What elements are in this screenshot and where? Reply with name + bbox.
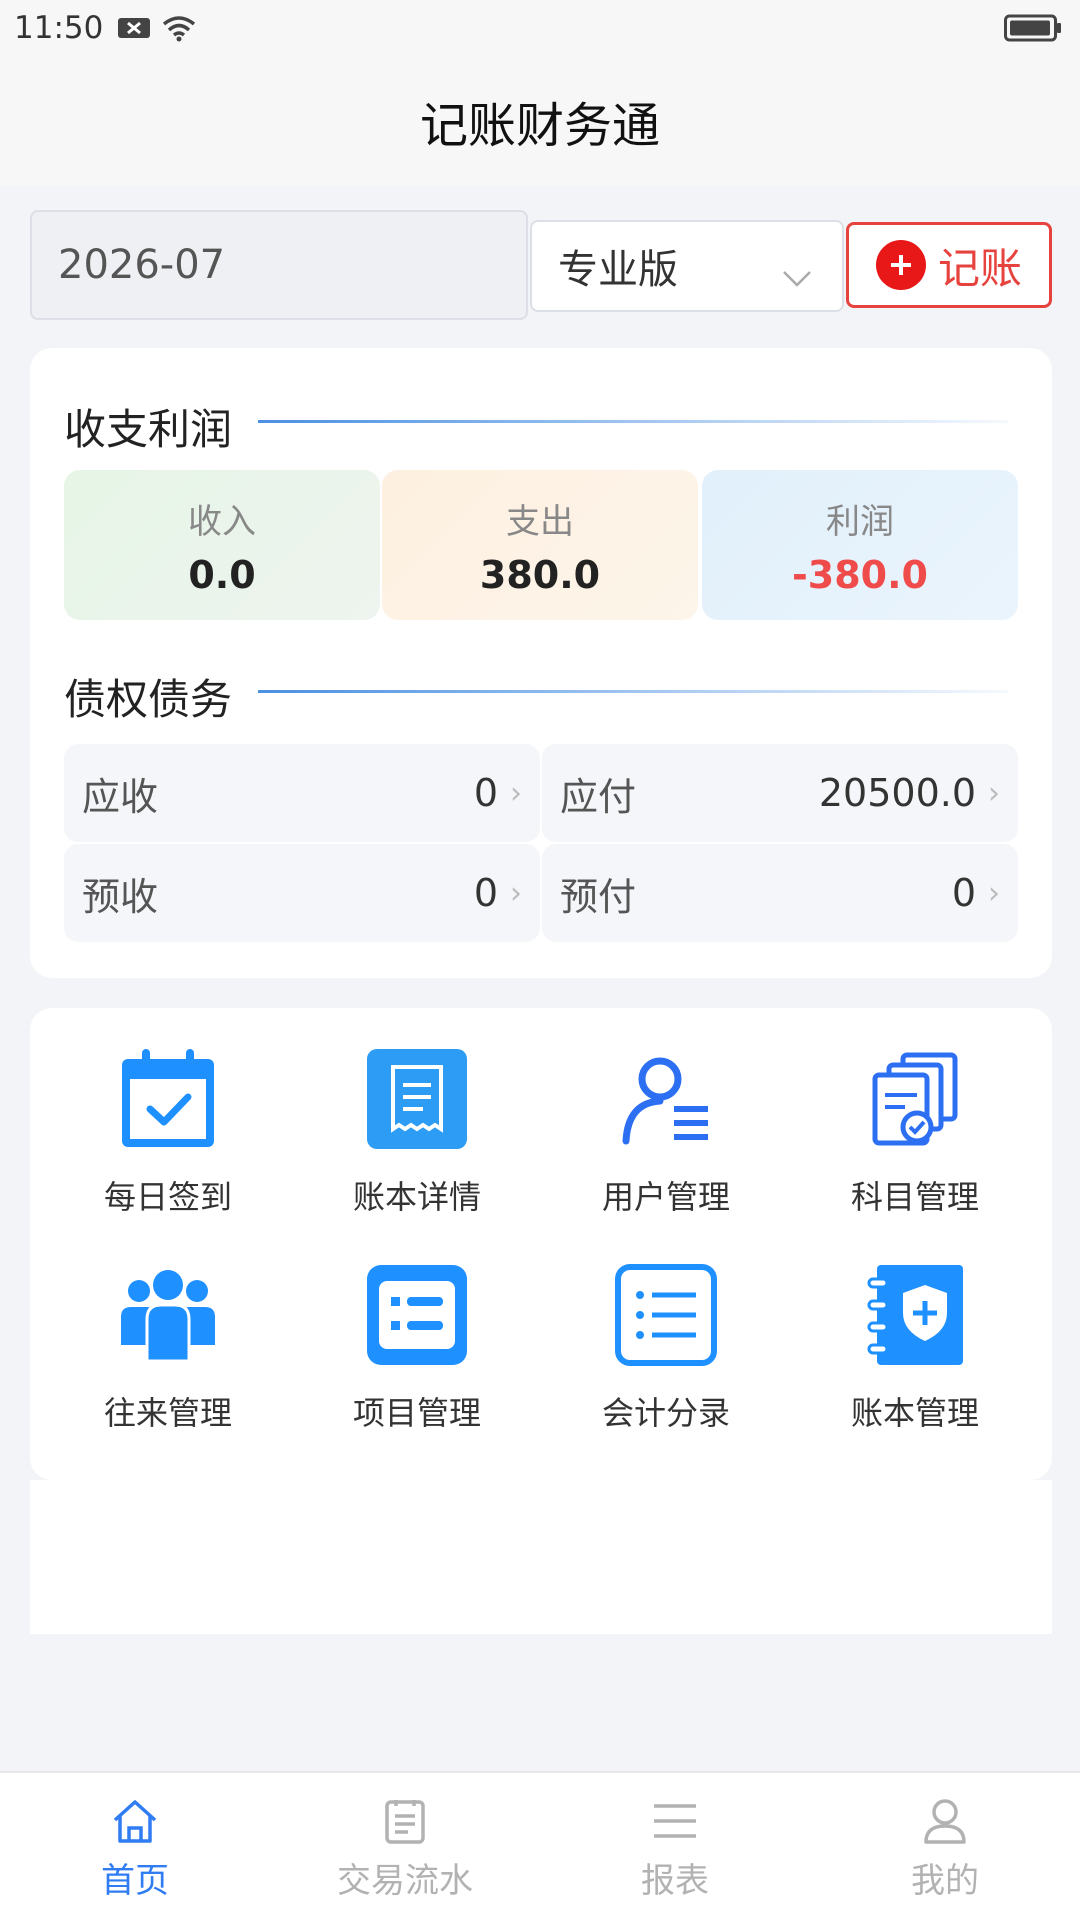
grid-label: 账本详情 [352, 1178, 481, 1216]
grid-label: 用户管理 [601, 1178, 730, 1216]
section-divider [258, 690, 1008, 693]
advance-received-value: 0 [473, 871, 498, 915]
person-icon [810, 1795, 1080, 1847]
grid-item-contacts-management[interactable]: 往来管理 [43, 1260, 293, 1460]
toolbar: 2026-07 专业版 记账 [30, 210, 1052, 320]
profit-stat[interactable]: 利润 -380.0 [702, 470, 1018, 620]
tab-label: 首页 [101, 1861, 169, 1901]
income-profit-section-title: 收支利润 [64, 405, 233, 454]
list-box-icon [362, 1260, 472, 1370]
bottom-tab-bar: 首页 交易流水 报表 我的 [0, 1771, 1080, 1920]
receivable-label: 应收 [82, 774, 159, 819]
grid-item-user-management[interactable]: 用户管理 [541, 1044, 791, 1244]
tab-home[interactable]: 首页 [0, 1773, 270, 1920]
version-select-value: 专业版 [558, 247, 678, 293]
receivable-value: 0 [473, 771, 498, 815]
advance-received-row[interactable]: 预收 0 › [64, 844, 540, 942]
tab-reports[interactable]: 报表 [540, 1773, 810, 1920]
add-record-label: 记账 [937, 243, 1022, 293]
income-stat[interactable]: 收入 0.0 [64, 470, 380, 620]
grid-label: 项目管理 [352, 1394, 481, 1432]
receivable-row[interactable]: 应收 0 › [64, 744, 540, 842]
income-value: 0.0 [188, 553, 256, 597]
chevron-right-icon: › [510, 775, 522, 811]
expense-stat[interactable]: 支出 380.0 [382, 470, 698, 620]
calendar-check-icon [113, 1044, 223, 1154]
profit-value: -380.0 [792, 553, 928, 597]
app-header: 记账财务通 [0, 56, 1080, 186]
documents-check-icon [860, 1044, 970, 1154]
chevron-right-icon: › [510, 875, 522, 911]
wifi-icon [161, 14, 197, 42]
user-list-icon [611, 1044, 721, 1154]
section-divider [258, 420, 1008, 423]
finance-card: 收支利润 收入 0.0 支出 380.0 利润 -380.0 债权债务 应收 0… [30, 348, 1052, 978]
month-picker-field[interactable]: 2026-07 [30, 210, 528, 320]
notebook-shield-icon [860, 1260, 970, 1370]
status-bar: 11:50 [0, 0, 1080, 56]
feature-grid: 每日签到 账本详情 用户管理 科目管理 往来管理 项目管理 会计分录 账本管理 [30, 1008, 1052, 1480]
grid-item-daily-checkin[interactable]: 每日签到 [43, 1044, 293, 1244]
grid-label: 每日签到 [103, 1178, 232, 1216]
advance-received-label: 预收 [82, 874, 159, 919]
tab-label: 我的 [911, 1861, 979, 1901]
menu-icon [540, 1795, 810, 1847]
grid-label: 往来管理 [103, 1394, 232, 1432]
debt-section-title: 债权债务 [64, 675, 233, 724]
grid-item-ledger-management[interactable]: 账本管理 [790, 1260, 1040, 1460]
home-icon [0, 1795, 270, 1847]
payable-value: 20500.0 [818, 771, 976, 815]
group-icon [113, 1260, 223, 1370]
version-select[interactable]: 专业版 [530, 220, 844, 312]
profit-label: 利润 [826, 502, 894, 542]
chevron-right-icon: › [988, 775, 1000, 811]
add-record-button[interactable]: 记账 [846, 222, 1052, 308]
plus-circle-icon [875, 240, 926, 290]
receipt-icon [362, 1044, 472, 1154]
prepaid-value: 0 [951, 871, 976, 915]
chevron-right-icon: › [988, 875, 1000, 911]
page-title: 记账财务通 [419, 98, 660, 154]
grid-item-project-management[interactable]: 项目管理 [292, 1260, 542, 1460]
status-time: 11:50 [14, 10, 104, 46]
payable-row[interactable]: 应付 20500.0 › [542, 744, 1018, 842]
prepaid-row[interactable]: 预付 0 › [542, 844, 1018, 942]
income-label: 收入 [188, 502, 256, 542]
battery-icon [1004, 14, 1062, 50]
tab-transactions[interactable]: 交易流水 [270, 1773, 540, 1920]
tab-profile[interactable]: 我的 [810, 1773, 1080, 1920]
grid-label: 会计分录 [601, 1394, 730, 1432]
payable-label: 应付 [560, 774, 637, 819]
expense-label: 支出 [506, 502, 574, 542]
expense-value: 380.0 [479, 553, 601, 597]
tab-label: 交易流水 [337, 1861, 473, 1901]
chevron-down-icon [782, 252, 812, 298]
grid-item-ledger-details[interactable]: 账本详情 [292, 1044, 542, 1244]
grid-label: 科目管理 [850, 1178, 979, 1216]
tab-label: 报表 [641, 1861, 709, 1901]
notification-x-icon [117, 15, 151, 41]
list-lines-icon [611, 1260, 721, 1370]
grid-label: 账本管理 [850, 1394, 979, 1432]
blank-panel [30, 1480, 1052, 1634]
prepaid-label: 预付 [560, 874, 637, 919]
month-value: 2026-07 [58, 242, 226, 288]
document-icon [270, 1795, 540, 1847]
grid-item-subject-management[interactable]: 科目管理 [790, 1044, 1040, 1244]
grid-item-accounting-entries[interactable]: 会计分录 [541, 1260, 791, 1460]
